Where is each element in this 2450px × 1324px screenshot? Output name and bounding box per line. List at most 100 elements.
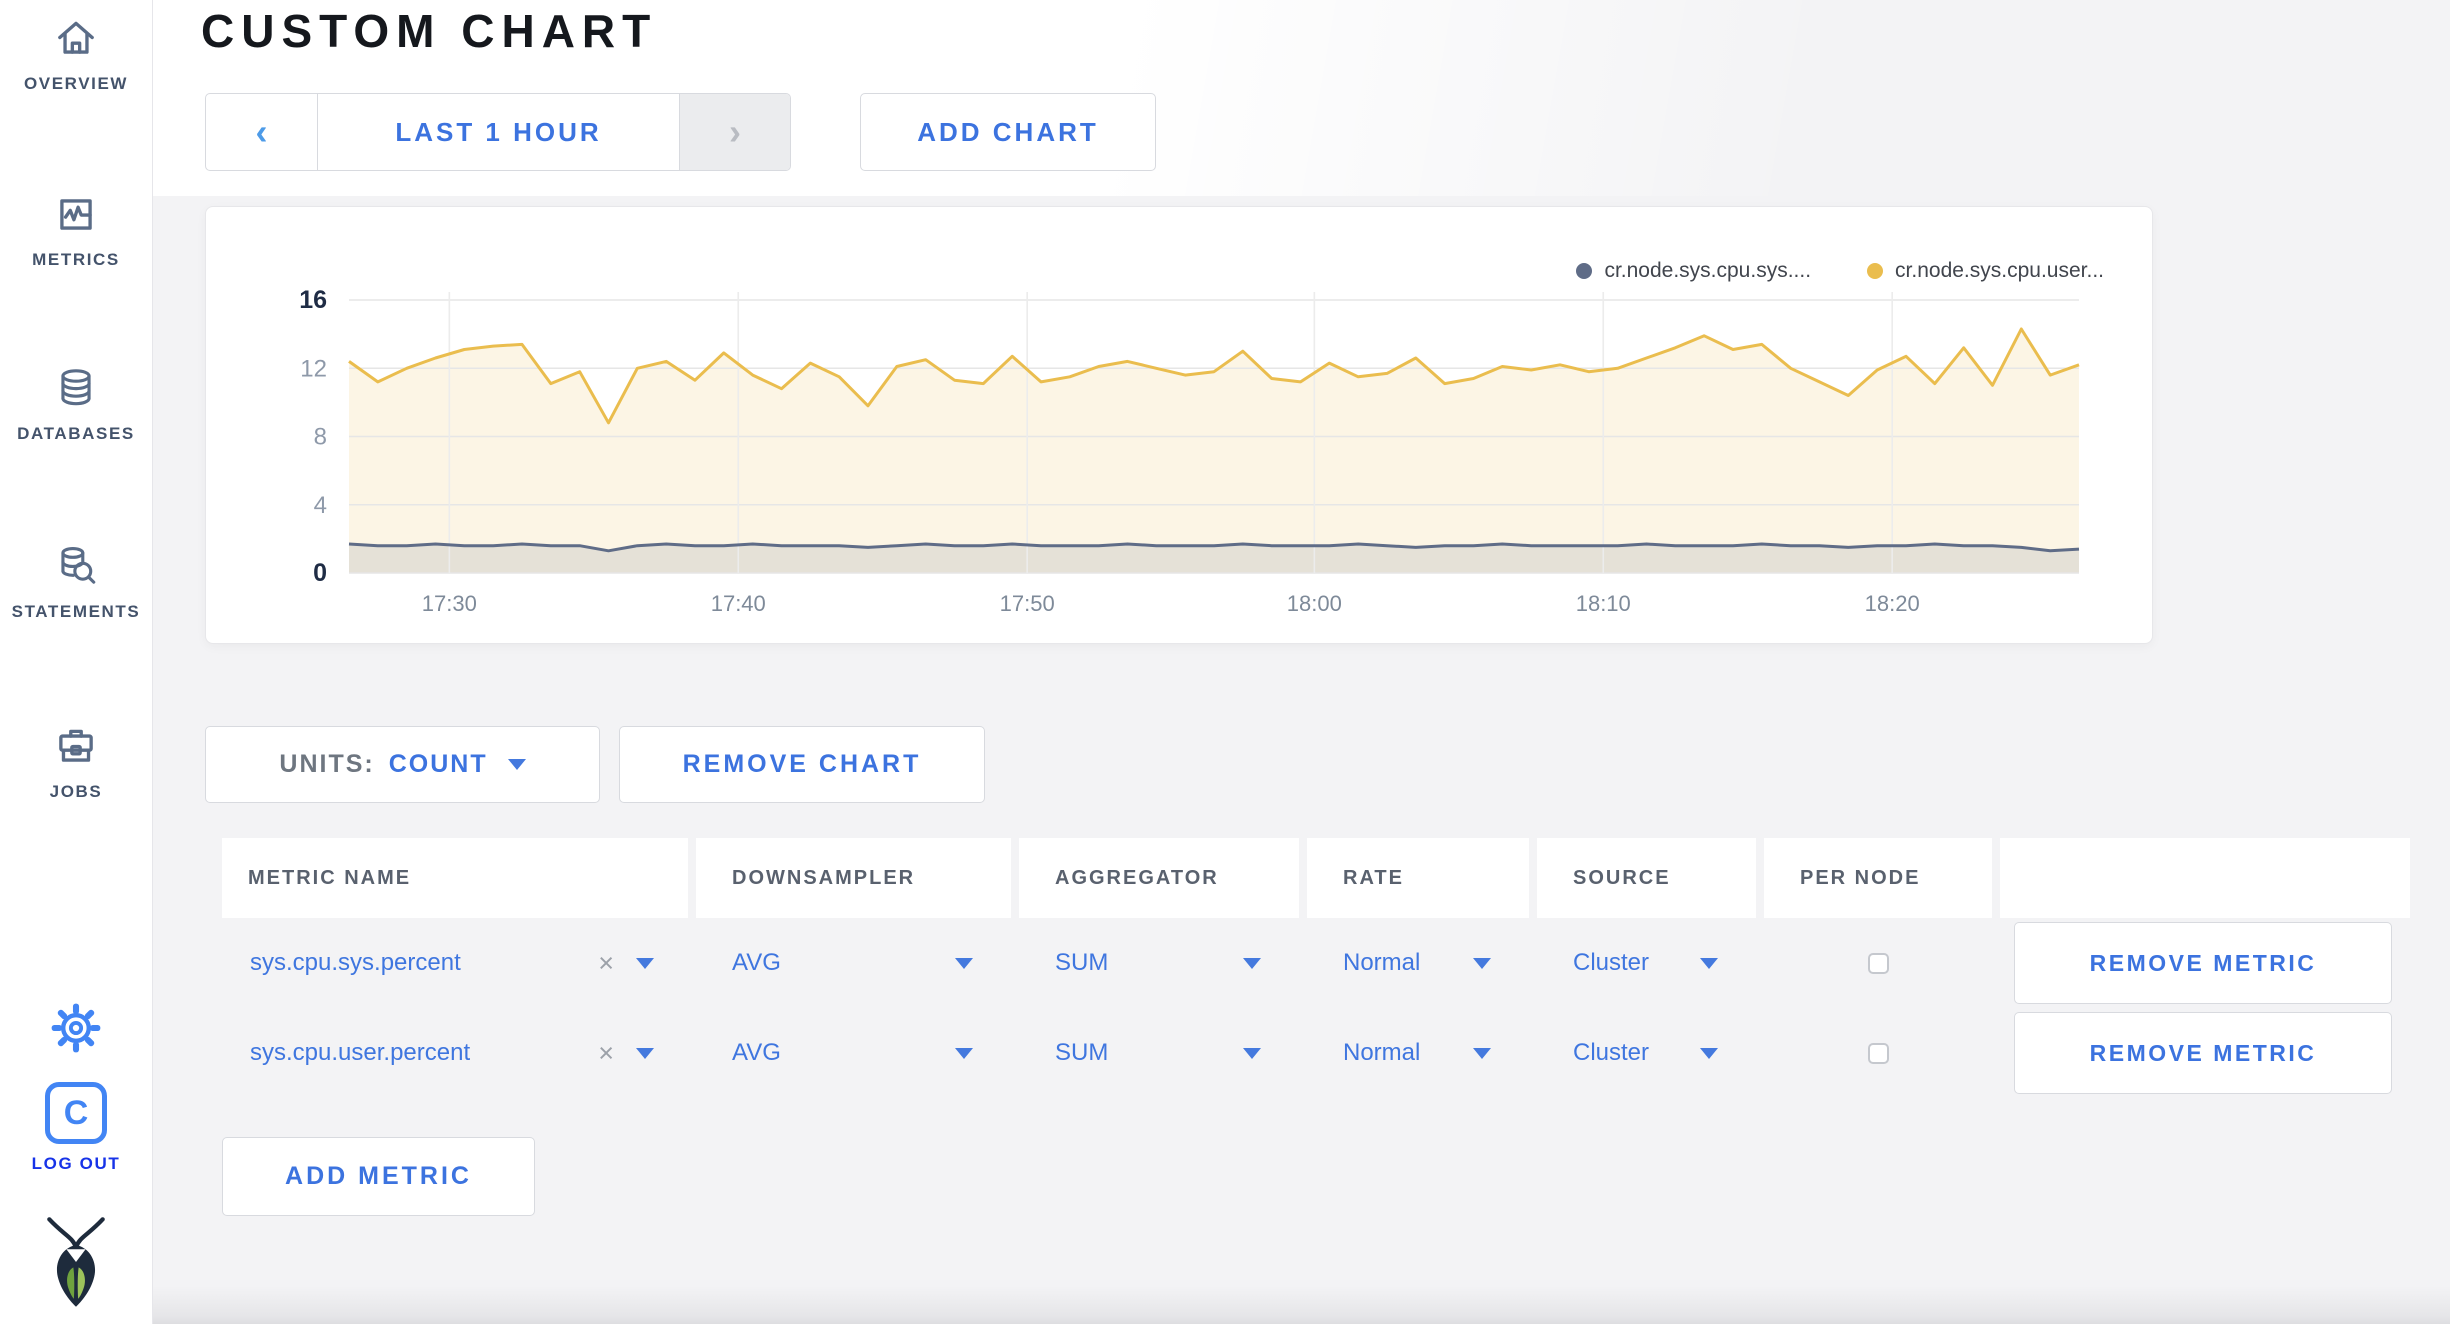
svg-text:8: 8 xyxy=(314,424,327,451)
rate-dropdown[interactable]: Normal xyxy=(1307,918,1529,1008)
svg-text:0: 0 xyxy=(313,559,327,587)
col-header-aggregator: AGGREGATOR xyxy=(1019,838,1299,918)
units-value: COUNT xyxy=(388,750,488,778)
add-metric-button[interactable]: ADD METRIC xyxy=(222,1137,535,1216)
svg-text:16: 16 xyxy=(299,286,327,314)
metric-name-value: sys.cpu.user.percent xyxy=(250,1039,471,1066)
downsampler-dropdown[interactable]: AVG xyxy=(696,1008,1011,1098)
time-range-button[interactable]: LAST 1 HOUR xyxy=(318,94,679,170)
remove-chart-button[interactable]: REMOVE CHART xyxy=(619,726,985,803)
time-range-next-button[interactable]: › xyxy=(679,94,790,170)
legend-label: cr.node.sys.cpu.user... xyxy=(1895,259,2104,282)
gear-icon xyxy=(0,1002,152,1054)
svg-text:17:30: 17:30 xyxy=(422,591,477,616)
rate-dropdown[interactable]: Normal xyxy=(1307,1008,1529,1098)
sidebar-item-label: DATABASES xyxy=(17,424,135,443)
table-row: sys.cpu.sys.percent × AVG SUM Normal Clu… xyxy=(222,918,2412,1008)
chevron-down-icon[interactable] xyxy=(636,1047,654,1059)
time-range-selector: ‹ LAST 1 HOUR › xyxy=(205,93,791,171)
database-icon xyxy=(0,362,152,414)
chart-card: 0 4 8 12 16 17:30 17:40 17:50 18:00 18:10 18:20 cr… xyxy=(205,206,2153,644)
chevron-down-icon xyxy=(955,957,973,969)
sidebar-item-metrics[interactable]: METRICS xyxy=(0,188,152,270)
downsampler-dropdown[interactable]: AVG xyxy=(696,918,1011,1008)
svg-text:17:40: 17:40 xyxy=(711,591,766,616)
sidebar-item-label: OVERVIEW xyxy=(23,74,129,93)
chevron-down-icon xyxy=(1700,957,1718,969)
home-icon xyxy=(0,12,152,64)
legend-label: cr.node.sys.cpu.sys.... xyxy=(1604,259,1812,282)
add-chart-button[interactable]: ADD CHART xyxy=(860,93,1156,171)
logout-label: LOG OUT xyxy=(31,1154,121,1173)
logout-button[interactable]: C LOG OUT xyxy=(0,1082,152,1174)
legend-entry-user[interactable]: cr.node.sys.cpu.user... xyxy=(1867,259,2104,283)
chevron-down-icon xyxy=(955,1047,973,1059)
source-dropdown[interactable]: Cluster xyxy=(1537,918,1756,1008)
clear-icon[interactable]: × xyxy=(598,948,614,979)
metric-name-dropdown[interactable]: sys.cpu.sys.percent × xyxy=(222,918,688,1008)
aggregator-dropdown[interactable]: SUM xyxy=(1019,1008,1299,1098)
downsampler-value: AVG xyxy=(732,949,781,976)
clear-icon[interactable]: × xyxy=(598,1038,614,1069)
metrics-icon xyxy=(0,188,152,240)
chevron-down-icon[interactable] xyxy=(636,957,654,969)
sidebar-item-jobs[interactable]: JOBS xyxy=(0,720,152,802)
sidebar-item-label: STATEMENTS xyxy=(11,602,141,621)
rate-value: Normal xyxy=(1343,949,1421,976)
remove-metric-button[interactable]: REMOVE METRIC xyxy=(2014,1012,2392,1094)
per-node-checkbox[interactable] xyxy=(1867,1042,1889,1064)
legend-dot-sys xyxy=(1576,263,1593,279)
units-dropdown[interactable]: UNITS: COUNT xyxy=(205,726,600,803)
col-header-rate: RATE xyxy=(1307,838,1529,918)
chevron-down-icon xyxy=(1243,1047,1261,1059)
settings-button[interactable] xyxy=(0,1002,152,1054)
source-value: Cluster xyxy=(1573,1039,1650,1066)
chevron-right-icon: › xyxy=(729,111,741,152)
remove-metric-button[interactable]: REMOVE METRIC xyxy=(2014,922,2392,1004)
rate-value: Normal xyxy=(1343,1039,1421,1066)
col-header-source: SOURCE xyxy=(1537,838,1756,918)
sidebar-item-overview[interactable]: OVERVIEW xyxy=(0,12,152,94)
legend-dot-user xyxy=(1867,263,1884,279)
metric-name-value: sys.cpu.sys.percent xyxy=(250,949,461,976)
cockroach-bug-icon xyxy=(0,1212,152,1312)
statements-icon xyxy=(0,540,152,592)
chevron-down-icon xyxy=(1473,957,1491,969)
per-node-checkbox[interactable] xyxy=(1867,952,1889,974)
actions-cell: REMOVE METRIC xyxy=(2000,918,2410,1008)
table-header-row: METRIC NAME DOWNSAMPLER AGGREGATOR RATE … xyxy=(222,838,2412,918)
chevron-left-icon: ‹ xyxy=(255,111,268,152)
svg-text:12: 12 xyxy=(300,355,327,382)
aggregator-value: SUM xyxy=(1055,1039,1109,1066)
sidebar-item-statements[interactable]: STATEMENTS xyxy=(0,540,152,622)
chevron-down-icon xyxy=(507,759,526,770)
bottom-shadow xyxy=(153,1286,2450,1324)
downsampler-value: AVG xyxy=(732,1039,781,1066)
col-header-per-node: PER NODE xyxy=(1764,838,1992,918)
chevron-down-icon xyxy=(1700,1047,1718,1059)
svg-text:18:20: 18:20 xyxy=(1865,591,1920,616)
sidebar-item-databases[interactable]: DATABASES xyxy=(0,362,152,444)
jobs-icon xyxy=(0,720,152,772)
col-header-actions xyxy=(2000,838,2410,918)
time-range-prev-button[interactable]: ‹ xyxy=(206,94,318,170)
col-header-downsampler: DOWNSAMPLER xyxy=(696,838,1011,918)
svg-text:18:10: 18:10 xyxy=(1576,591,1631,616)
table-row: sys.cpu.user.percent × AVG SUM Normal Cl… xyxy=(222,1008,2412,1098)
aggregator-dropdown[interactable]: SUM xyxy=(1019,918,1299,1008)
per-node-cell xyxy=(1764,1008,1992,1098)
sidebar: OVERVIEW METRICS DATABASES STATEMENTS JO… xyxy=(0,0,153,1324)
chart-legend: cr.node.sys.cpu.sys.... cr.node.sys.cpu.… xyxy=(1576,259,2104,283)
svg-text:17:50: 17:50 xyxy=(1000,591,1055,616)
aggregator-value: SUM xyxy=(1055,949,1109,976)
svg-text:4: 4 xyxy=(314,492,327,519)
legend-entry-sys[interactable]: cr.node.sys.cpu.sys.... xyxy=(1576,259,1811,283)
chevron-down-icon xyxy=(1243,957,1261,969)
sidebar-item-label: JOBS xyxy=(49,782,103,801)
source-dropdown[interactable]: Cluster xyxy=(1537,1008,1756,1098)
metrics-table: METRIC NAME DOWNSAMPLER AGGREGATOR RATE … xyxy=(222,838,2412,1098)
per-node-cell xyxy=(1764,918,1992,1008)
metric-name-dropdown[interactable]: sys.cpu.user.percent × xyxy=(222,1008,688,1098)
units-label: UNITS: xyxy=(279,750,375,778)
cockroach-c-icon: C xyxy=(45,1082,107,1144)
